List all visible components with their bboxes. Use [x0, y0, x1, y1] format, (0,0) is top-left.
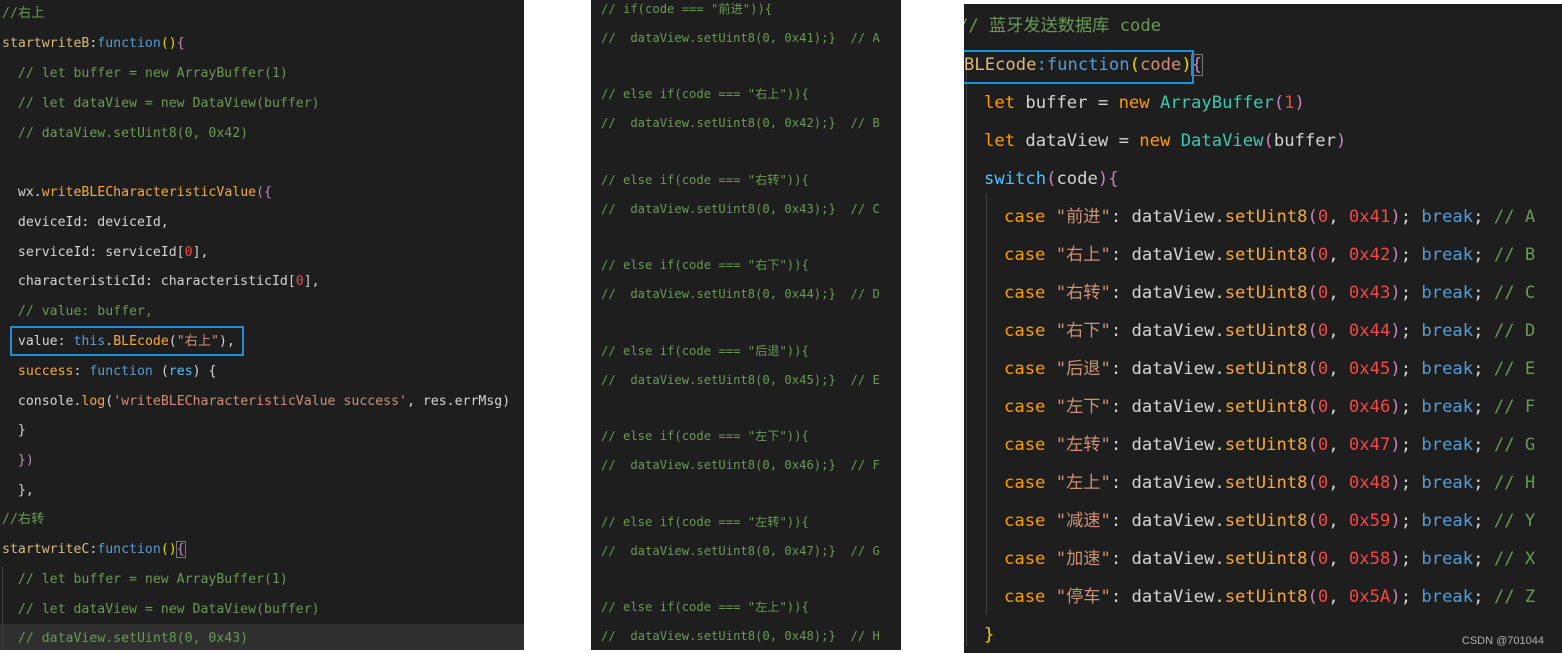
- code-line: // else if(code === "左下")){: [601, 429, 809, 443]
- code-panel-startwrite: //右上 startwriteB:function(){ // let buff…: [0, 0, 524, 650]
- case-line: case "左上": dataView.setUint8(0, 0x48); b…: [1004, 473, 1536, 493]
- code-line: console.log('writeBLECharacteristicValue…: [2, 394, 511, 409]
- code-line: // dataView.setUint8(0, 0x45);} // E: [601, 373, 880, 387]
- code-line: switch(code){: [984, 169, 1119, 189]
- code-line: // dataView.setUint8(0, 0x48);} // H: [601, 629, 880, 643]
- code-line: //右上: [2, 6, 45, 21]
- code-line: // else if(code === "左转")){: [601, 515, 809, 529]
- code-comment: // 蓝牙发送数据库 code: [964, 16, 1162, 36]
- code-line: // dataView.setUint8(0, 0x46);} // F: [601, 458, 880, 472]
- case-line: case "加速": dataView.setUint8(0, 0x58); b…: [1004, 549, 1536, 569]
- code-line: wx.writeBLECharacteristicValue({: [2, 185, 272, 200]
- code-line: // dataView.setUint8(0, 0x47);} // G: [601, 544, 880, 558]
- code-line: // let buffer = new ArrayBuffer(1): [2, 572, 288, 587]
- code-line: }: [2, 423, 26, 438]
- code-line: // dataView.setUint8(0, 0x43): [2, 631, 249, 646]
- code-line: // dataView.setUint8(0, 0x42): [2, 126, 249, 141]
- case-line: case "前进": dataView.setUint8(0, 0x41); b…: [1004, 207, 1536, 227]
- code-line: serviceId: serviceId[0],: [2, 245, 209, 260]
- code-line: // let buffer = new ArrayBuffer(1): [2, 66, 288, 81]
- code-line: startwriteC:function(){: [2, 541, 186, 558]
- watermark: CSDN @701044: [1461, 635, 1544, 647]
- code-line: }): [17, 453, 34, 468]
- code-line: // dataView.setUint8(0, 0x44);} // D: [601, 287, 880, 301]
- case-line: case "左转": dataView.setUint8(0, 0x47); b…: [1004, 435, 1536, 455]
- code-line: // else if(code === "左上")){: [601, 600, 809, 614]
- code-line: let buffer = new ArrayBuffer(1): [984, 93, 1305, 113]
- code-line: characteristicId: characteristicId[0],: [2, 274, 320, 289]
- function-key: startwriteB: [2, 36, 90, 51]
- case-line: case "右下": dataView.setUint8(0, 0x44); b…: [1004, 321, 1536, 341]
- code-line: // else if(code === "右转")){: [601, 173, 809, 187]
- code-line: value: this.BLEcode("右上"),: [2, 334, 235, 349]
- case-line: case "右上": dataView.setUint8(0, 0x42); b…: [1004, 245, 1536, 265]
- code-line: // else if(code === "后退")){: [601, 344, 809, 358]
- code-line: // if(code === "前进")){: [601, 2, 773, 16]
- code-line: startwriteB:function(){: [2, 36, 185, 51]
- case-line: case "后退": dataView.setUint8(0, 0x45); b…: [1004, 359, 1536, 379]
- code-line: BLEcode:function(code){: [964, 54, 1204, 76]
- code-line: // else if(code === "右下")){: [601, 258, 809, 272]
- indent-guide: [986, 194, 987, 614]
- code-line: // value: buffer,: [2, 304, 153, 319]
- code-line: //右转: [2, 512, 45, 527]
- indent-guide: [966, 66, 967, 646]
- code-panel-switch: // 蓝牙发送数据库 code BLEcode:function(code){ …: [964, 4, 1562, 653]
- code-line: // dataView.setUint8(0, 0x43);} // C: [601, 202, 880, 216]
- code-line: deviceId: deviceId,: [2, 215, 169, 230]
- code-line: // dataView.setUint8(0, 0x42);} // B: [601, 116, 880, 130]
- case-line: case "停车": dataView.setUint8(0, 0x5A); b…: [1004, 587, 1536, 607]
- code-panel-if-else: // if(code === "前进")){ // dataView.setUi…: [591, 0, 901, 650]
- code-line: let dataView = new DataView(buffer): [984, 131, 1347, 151]
- code-line: // let dataView = new DataView(buffer): [2, 602, 320, 617]
- case-line: case "左下": dataView.setUint8(0, 0x46); b…: [1004, 397, 1536, 417]
- code-line: // else if(code === "右上")){: [601, 87, 809, 101]
- code-line: },: [2, 483, 34, 498]
- case-line: case "减速": dataView.setUint8(0, 0x59); b…: [1004, 511, 1536, 531]
- code-line: // let dataView = new DataView(buffer): [2, 96, 320, 111]
- case-line: case "右转": dataView.setUint8(0, 0x43); b…: [1004, 283, 1536, 303]
- code-line: success: function (res) {: [17, 364, 217, 379]
- code-line: // dataView.setUint8(0, 0x41);} // A: [601, 31, 880, 45]
- code-line: }: [984, 625, 995, 645]
